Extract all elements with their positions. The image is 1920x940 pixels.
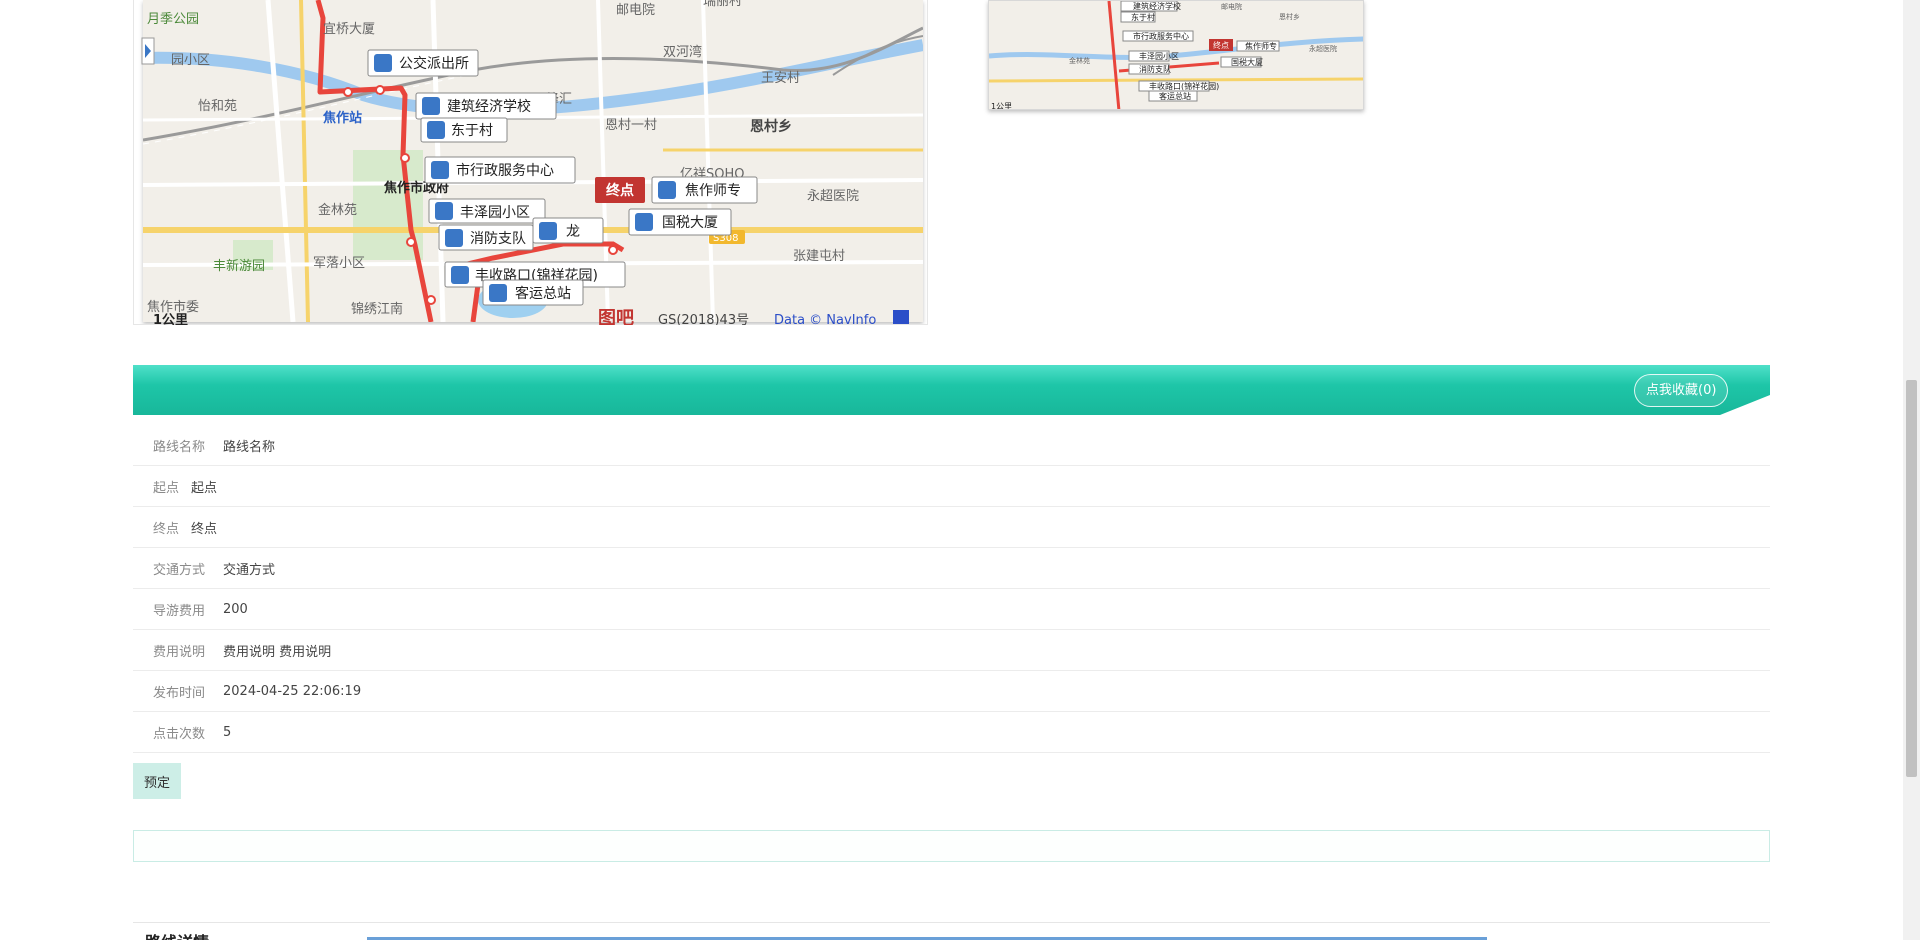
- thumb-end-label: 终点: [1213, 40, 1229, 50]
- detail-row-route-name: 路线名称 路线名称: [133, 425, 1770, 466]
- thumb-scale: 1公里: [991, 102, 1012, 110]
- bus-stop-marker[interactable]: 东于村: [420, 117, 508, 143]
- page-viewport: S308 月季公园 宜桥大厦 园小区 怡和苑 焦作站 金林苑 丰新游园 军落小区…: [0, 0, 1920, 940]
- thumb-stop-label: 焦作师专: [1245, 41, 1277, 51]
- stop-label: 国税大厦: [662, 215, 718, 231]
- route-name-label: 路线名称: [153, 439, 206, 455]
- map-fullscreen-icon[interactable]: [893, 310, 909, 324]
- thumbnail-canvas: 建筑经济学校 东于村 市行政服务中心 丰泽园小区 消防支队 国税大厦 丰收路口(…: [989, 1, 1363, 110]
- detail-row-clicks: 点击次数 5: [133, 712, 1770, 753]
- transport-value: 交通方式: [223, 562, 276, 578]
- bus-stop-marker[interactable]: 龙: [532, 217, 604, 244]
- thumb-stop-label: 市行政服务中心: [1133, 31, 1189, 41]
- stop-label: 丰泽园小区: [460, 205, 530, 221]
- scrollbar-thumb[interactable]: [1906, 380, 1917, 777]
- stop-label: 客运总站: [515, 285, 571, 302]
- clicks-label: 点击次数: [153, 726, 206, 742]
- map-data-credit[interactable]: Data © NavInfo: [774, 313, 876, 325]
- detail-row-start: 起点 起点: [133, 466, 1770, 507]
- thumb-stop-label: 丰收路口(锦祥花园): [1149, 81, 1219, 91]
- thumb-place-label: 恩村乡: [1279, 12, 1300, 21]
- stop-label: 龙: [566, 224, 580, 240]
- stop-label: 焦作师专: [685, 183, 741, 199]
- route-name-value: 路线名称: [223, 439, 276, 455]
- detail-row-guide-fee: 导游费用 200: [133, 589, 1770, 630]
- end-value: 终点: [191, 521, 218, 537]
- start-value: 起点: [191, 480, 218, 496]
- thumb-place-label: 邮电院: [1221, 2, 1242, 11]
- fee-description-label: 费用说明: [153, 644, 206, 660]
- publish-time-value: 2024-04-25 22:06:19: [223, 683, 362, 699]
- route-details-table: 路线名称 路线名称 起点 起点 终点 终点 交通方式 交通方式 导游费用 200…: [133, 425, 1770, 753]
- bus-stop-marker[interactable]: 焦作师专: [651, 176, 758, 204]
- map-copyright: GS(2018)43号: [658, 313, 749, 325]
- thumb-place-label: 金林苑: [1069, 56, 1090, 65]
- map-scale: 1公里: [153, 313, 188, 325]
- stop-label: 市行政服务中心: [456, 162, 554, 179]
- bus-stop-marker[interactable]: 国税大厦: [628, 208, 732, 236]
- map-footer: 1公里 图吧 GS(2018)43号 Data © NavInfo: [153, 308, 909, 325]
- route-stop-layer: 公交派出所 建筑经济学校 东于村 市行政服务中心 焦作师专 丰泽园小区 消防支队…: [141, 37, 909, 325]
- detail-row-transport: 交通方式 交通方式: [133, 548, 1770, 589]
- route-detail-heading: 路线详情: [145, 929, 209, 940]
- stop-label: 东于村: [451, 123, 493, 139]
- favorite-button[interactable]: 点我收藏(0): [1634, 374, 1729, 407]
- map-collapse-arrow[interactable]: [141, 37, 155, 65]
- route-map-thumbnail[interactable]: 建筑经济学校 东于村 市行政服务中心 丰泽园小区 消防支队 国税大厦 丰收路口(…: [988, 0, 1364, 110]
- guide-fee-label: 导游费用: [153, 603, 206, 619]
- transport-label: 交通方式: [153, 562, 206, 578]
- end-label: 终点: [153, 521, 180, 537]
- stop-label: 公交派出所: [399, 55, 469, 72]
- stop-label: 消防支队: [470, 231, 526, 247]
- thumb-stop-label: 客运总站: [1159, 91, 1191, 101]
- publish-time-label: 发布时间: [153, 685, 206, 701]
- guide-fee-value: 200: [223, 601, 248, 617]
- bus-stop-marker[interactable]: 公交派出所: [367, 49, 479, 77]
- route-info-banner: [133, 365, 1770, 415]
- bus-stop-marker[interactable]: 市行政服务中心: [424, 156, 576, 184]
- thumb-stop-label: 丰泽园小区: [1139, 51, 1179, 61]
- bus-stop-marker[interactable]: 消防支队: [438, 224, 534, 251]
- content-box: [133, 830, 1770, 862]
- detail-row-end: 终点 终点: [133, 507, 1770, 548]
- bus-stop-marker[interactable]: 建筑经济学校: [415, 92, 557, 120]
- thumb-place-label: 永超医院: [1309, 44, 1337, 53]
- banner-corner-decoration: [1720, 395, 1770, 415]
- start-label: 起点: [153, 480, 180, 496]
- map-brand-logo: 图吧: [598, 308, 634, 325]
- bus-stop-marker[interactable]: 客运总站: [482, 279, 584, 306]
- bus-stop-marker[interactable]: 丰泽园小区: [428, 198, 546, 224]
- thumb-stop-label: 国税大厦: [1231, 57, 1263, 67]
- thumb-stop-label: 建筑经济学校: [1133, 1, 1181, 11]
- page-scrollbar[interactable]: [1903, 0, 1920, 940]
- thumb-stop-label: 东于村: [1131, 12, 1155, 22]
- fee-description-value: 费用说明 费用说明: [223, 644, 332, 660]
- book-button[interactable]: 预定: [133, 763, 181, 799]
- detail-row-publish-time: 发布时间 2024-04-25 22:06:19: [133, 671, 1770, 712]
- stop-label: 建筑经济学校: [447, 98, 531, 115]
- clicks-value: 5: [223, 724, 232, 740]
- thumb-stop-label: 消防支队: [1139, 64, 1171, 74]
- detail-row-fee-description: 费用说明 费用说明 费用说明: [133, 630, 1770, 671]
